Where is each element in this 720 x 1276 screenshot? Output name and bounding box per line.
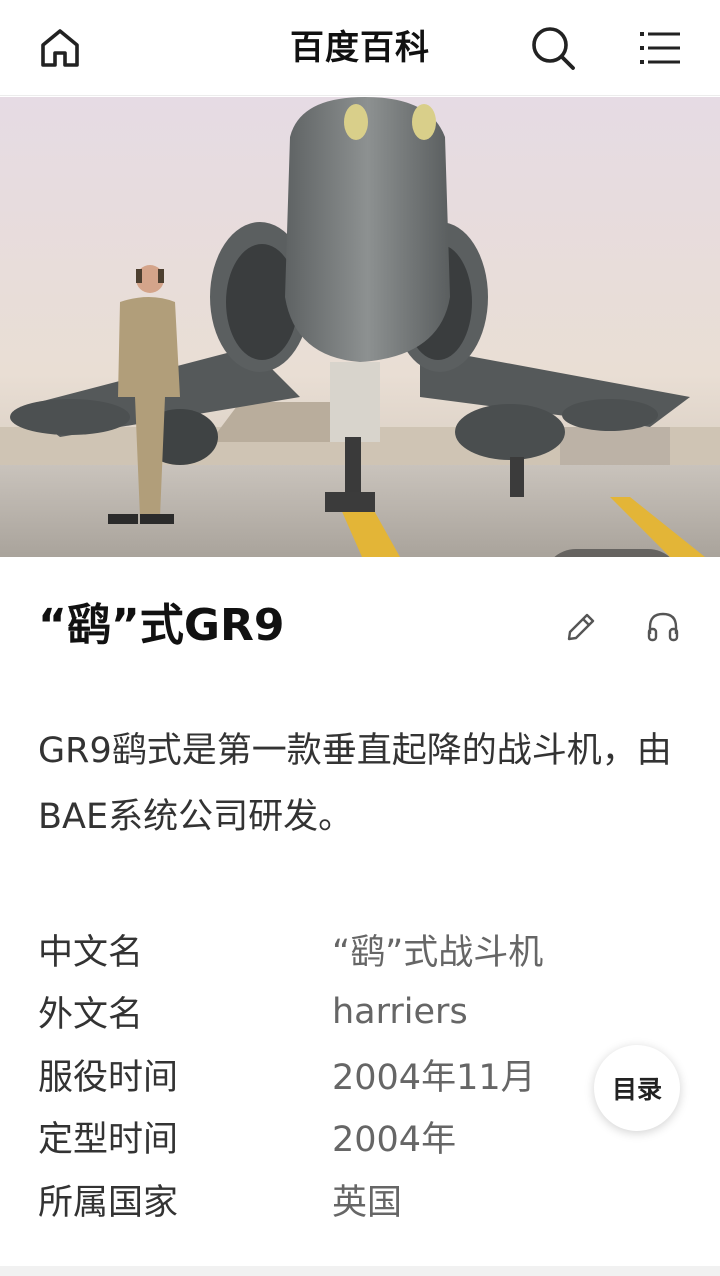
info-key: 所属国家 [38,1182,179,1223]
toc-button[interactable]: 目录 [594,1045,680,1131]
basic-info: 中文名 “鹞”式战斗机 外文名 harriers 服役时间 2004年11月 定… [38,918,678,1231]
info-key: 定型时间 [38,1120,179,1161]
info-row-foreign-name: 外文名 harriers [38,981,678,1044]
info-key: 中文名 [38,932,144,973]
section-divider [0,1266,720,1276]
search-icon [532,27,575,70]
entry-summary: GR9鹞式是第一款垂直起降的战斗机，由BAE系统公司研发。 [38,731,672,837]
info-value: harriers [332,991,468,1032]
audio-button[interactable] [642,606,684,648]
info-value: 英国 [332,1182,403,1223]
harrier-jet-photo [0,97,720,557]
entry-title: “鹞”式GR9 [38,600,285,651]
menu-icon [640,32,680,64]
info-row-country: 所属国家 英国 [38,1168,678,1231]
info-key: 外文名 [38,995,144,1036]
info-row-chinese-name: 中文名 “鹞”式战斗机 [38,918,678,981]
edit-icon [567,613,595,641]
home-icon [41,29,79,67]
menu-button[interactable] [634,22,686,74]
info-value: “鹞”式战斗机 [332,932,544,973]
app-title: 百度百科 [290,28,430,68]
hero-image[interactable]: 1 [0,97,720,557]
info-value: 2004年 [332,1120,457,1161]
top-bar: 百度百科 [0,0,720,96]
edit-button[interactable] [560,606,602,648]
info-row-service-date: 服役时间 2004年11月 [38,1043,678,1106]
info-row-finalized-date: 定型时间 2004年 [38,1106,678,1169]
headphones-icon [647,612,679,642]
search-button[interactable] [527,22,579,74]
info-value: 2004年11月 [332,1057,536,1098]
home-button[interactable] [34,22,86,74]
info-key: 服役时间 [38,1057,179,1098]
